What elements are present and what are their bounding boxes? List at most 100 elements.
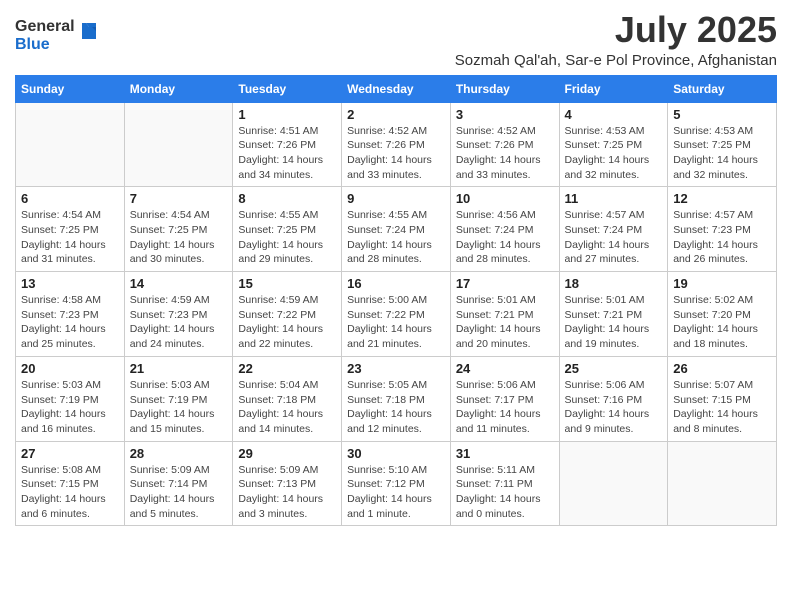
- calendar-cell: 11 Sunrise: 4:57 AMSunset: 7:24 PMDayligh…: [559, 187, 668, 272]
- day-info: Sunrise: 5:07 AMSunset: 7:15 PMDaylight:…: [673, 378, 771, 437]
- calendar-cell: 6 Sunrise: 4:54 AMSunset: 7:25 PMDaylight…: [16, 187, 125, 272]
- calendar-week-4: 20 Sunrise: 5:03 AMSunset: 7:19 PMDayligh…: [16, 356, 777, 441]
- day-info: Sunrise: 4:53 AMSunset: 7:25 PMDaylight:…: [673, 124, 771, 183]
- calendar-cell: 30Sunrise: 5:10 AMSunset: 7:12 PMDayligh…: [342, 441, 451, 526]
- day-number: 3: [456, 107, 554, 122]
- day-number: 28: [130, 446, 228, 461]
- day-info: Sunrise: 4:57 AMSunset: 7:23 PMDaylight:…: [673, 208, 771, 267]
- day-info: Sunrise: 5:08 AMSunset: 7:15 PMDaylight:…: [21, 463, 119, 522]
- col-sunday: Sunday: [16, 75, 125, 102]
- logo-icon: [78, 21, 100, 43]
- calendar-cell: 15Sunrise: 4:59 AMSunset: 7:22 PMDayligh…: [233, 272, 342, 357]
- day-info: Sunrise: 4:54 AMSunset: 7:25 PMDaylight:…: [21, 208, 119, 267]
- day-info: Sunrise: 5:02 AMSunset: 7:20 PMDaylight:…: [673, 293, 771, 352]
- calendar-cell: 21 Sunrise: 5:03 AMSunset: 7:19 PMDayligh…: [124, 356, 233, 441]
- calendar-cell: 27Sunrise: 5:08 AMSunset: 7:15 PMDayligh…: [16, 441, 125, 526]
- day-info: Sunrise: 4:59 AMSunset: 7:22 PMDaylight:…: [238, 293, 336, 352]
- calendar-cell: 10 Sunrise: 4:56 AMSunset: 7:24 PMDayligh…: [450, 187, 559, 272]
- calendar-cell: 8 Sunrise: 4:55 AMSunset: 7:25 PMDaylight…: [233, 187, 342, 272]
- calendar-week-5: 27Sunrise: 5:08 AMSunset: 7:15 PMDayligh…: [16, 441, 777, 526]
- day-number: 4: [565, 107, 663, 122]
- logo-general: General: [15, 18, 75, 35]
- calendar-cell: 3 Sunrise: 4:52 AMSunset: 7:26 PMDaylight…: [450, 102, 559, 187]
- day-number: 17: [456, 276, 554, 291]
- day-number: 6: [21, 191, 119, 206]
- day-number: 26: [673, 361, 771, 376]
- calendar-cell: 7 Sunrise: 4:54 AMSunset: 7:25 PMDaylight…: [124, 187, 233, 272]
- calendar-cell: 16 Sunrise: 5:00 AMSunset: 7:22 PMDayligh…: [342, 272, 451, 357]
- day-number: 21: [130, 361, 228, 376]
- calendar-cell: 25 Sunrise: 5:06 AMSunset: 7:16 PMDayligh…: [559, 356, 668, 441]
- col-saturday: Saturday: [668, 75, 777, 102]
- calendar-cell: 12Sunrise: 4:57 AMSunset: 7:23 PMDayligh…: [668, 187, 777, 272]
- day-info: Sunrise: 5:01 AMSunset: 7:21 PMDaylight:…: [565, 293, 663, 352]
- day-number: 18: [565, 276, 663, 291]
- calendar-cell: 4Sunrise: 4:53 AMSunset: 7:25 PMDaylight…: [559, 102, 668, 187]
- calendar-cell: 23 Sunrise: 5:05 AMSunset: 7:18 PMDayligh…: [342, 356, 451, 441]
- col-friday: Friday: [559, 75, 668, 102]
- day-info: Sunrise: 5:01 AMSunset: 7:21 PMDaylight:…: [456, 293, 554, 352]
- day-info: Sunrise: 4:58 AMSunset: 7:23 PMDaylight:…: [21, 293, 119, 352]
- day-number: 9: [347, 191, 445, 206]
- day-number: 20: [21, 361, 119, 376]
- month-title: July 2025: [455, 10, 777, 50]
- day-info: Sunrise: 4:57 AMSunset: 7:24 PMDaylight:…: [565, 208, 663, 267]
- calendar-cell: 13 Sunrise: 4:58 AMSunset: 7:23 PMDayligh…: [16, 272, 125, 357]
- day-info: Sunrise: 4:56 AMSunset: 7:24 PMDaylight:…: [456, 208, 554, 267]
- day-number: 30: [347, 446, 445, 461]
- logo: General Blue: [15, 18, 100, 53]
- col-wednesday: Wednesday: [342, 75, 451, 102]
- day-number: 31: [456, 446, 554, 461]
- day-info: Sunrise: 5:05 AMSunset: 7:18 PMDaylight:…: [347, 378, 445, 437]
- calendar-week-3: 13 Sunrise: 4:58 AMSunset: 7:23 PMDayligh…: [16, 272, 777, 357]
- day-info: Sunrise: 4:59 AMSunset: 7:23 PMDaylight:…: [130, 293, 228, 352]
- calendar-cell: 2 Sunrise: 4:52 AMSunset: 7:26 PMDaylight…: [342, 102, 451, 187]
- day-info: Sunrise: 5:00 AMSunset: 7:22 PMDaylight:…: [347, 293, 445, 352]
- calendar-cell: 9 Sunrise: 4:55 AMSunset: 7:24 PMDaylight…: [342, 187, 451, 272]
- day-number: 25: [565, 361, 663, 376]
- day-number: 2: [347, 107, 445, 122]
- day-number: 7: [130, 191, 228, 206]
- day-info: Sunrise: 4:52 AMSunset: 7:26 PMDaylight:…: [456, 124, 554, 183]
- day-info: Sunrise: 4:55 AMSunset: 7:24 PMDaylight:…: [347, 208, 445, 267]
- day-info: Sunrise: 5:06 AMSunset: 7:16 PMDaylight:…: [565, 378, 663, 437]
- day-info: Sunrise: 4:54 AMSunset: 7:25 PMDaylight:…: [130, 208, 228, 267]
- calendar-table: Sunday Monday Tuesday Wednesday Thursday…: [15, 75, 777, 527]
- day-info: Sunrise: 5:03 AMSunset: 7:19 PMDaylight:…: [130, 378, 228, 437]
- day-number: 1: [238, 107, 336, 122]
- day-number: 10: [456, 191, 554, 206]
- logo-blue: Blue: [15, 36, 50, 53]
- day-info: Sunrise: 4:51 AMSunset: 7:26 PMDaylight:…: [238, 124, 336, 183]
- calendar-cell: 28 Sunrise: 5:09 AMSunset: 7:14 PMDayligh…: [124, 441, 233, 526]
- col-monday: Monday: [124, 75, 233, 102]
- calendar-cell: 29 Sunrise: 5:09 AMSunset: 7:13 PMDayligh…: [233, 441, 342, 526]
- calendar-cell: 19Sunrise: 5:02 AMSunset: 7:20 PMDayligh…: [668, 272, 777, 357]
- calendar-cell: 31Sunrise: 5:11 AMSunset: 7:11 PMDayligh…: [450, 441, 559, 526]
- day-number: 23: [347, 361, 445, 376]
- calendar-cell: 20 Sunrise: 5:03 AMSunset: 7:19 PMDayligh…: [16, 356, 125, 441]
- calendar-cell: 1 Sunrise: 4:51 AMSunset: 7:26 PMDaylight…: [233, 102, 342, 187]
- calendar-cell: 18 Sunrise: 5:01 AMSunset: 7:21 PMDayligh…: [559, 272, 668, 357]
- day-info: Sunrise: 4:52 AMSunset: 7:26 PMDaylight:…: [347, 124, 445, 183]
- day-number: 11: [565, 191, 663, 206]
- day-info: Sunrise: 5:09 AMSunset: 7:13 PMDaylight:…: [238, 463, 336, 522]
- day-info: Sunrise: 5:04 AMSunset: 7:18 PMDaylight:…: [238, 378, 336, 437]
- day-number: 24: [456, 361, 554, 376]
- day-number: 13: [21, 276, 119, 291]
- day-number: 16: [347, 276, 445, 291]
- day-info: Sunrise: 5:03 AMSunset: 7:19 PMDaylight:…: [21, 378, 119, 437]
- calendar-cell: 5 Sunrise: 4:53 AMSunset: 7:25 PMDaylight…: [668, 102, 777, 187]
- calendar-cell: 24Sunrise: 5:06 AMSunset: 7:17 PMDayligh…: [450, 356, 559, 441]
- day-number: 8: [238, 191, 336, 206]
- day-number: 5: [673, 107, 771, 122]
- calendar-cell: [559, 441, 668, 526]
- day-info: Sunrise: 4:55 AMSunset: 7:25 PMDaylight:…: [238, 208, 336, 267]
- calendar-cell: 14Sunrise: 4:59 AMSunset: 7:23 PMDayligh…: [124, 272, 233, 357]
- day-number: 29: [238, 446, 336, 461]
- page-header: General Blue July 2025 Sozmah Qal'ah, Sa…: [15, 10, 777, 69]
- title-section: July 2025 Sozmah Qal'ah, Sar-e Pol Provi…: [455, 10, 777, 69]
- calendar-cell: 22Sunrise: 5:04 AMSunset: 7:18 PMDayligh…: [233, 356, 342, 441]
- location-subtitle: Sozmah Qal'ah, Sar-e Pol Province, Afgha…: [455, 52, 777, 69]
- calendar-header-row: Sunday Monday Tuesday Wednesday Thursday…: [16, 75, 777, 102]
- day-info: Sunrise: 5:09 AMSunset: 7:14 PMDaylight:…: [130, 463, 228, 522]
